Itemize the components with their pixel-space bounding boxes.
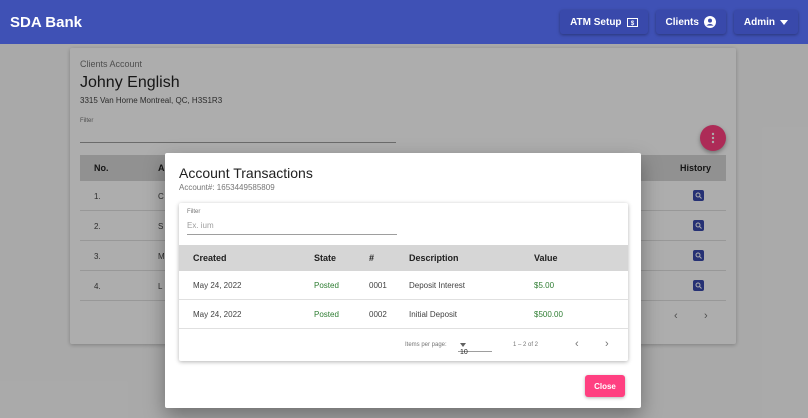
caret-down-icon — [460, 342, 466, 347]
cell-num: 0001 — [369, 281, 387, 290]
app-toolbar: SDA Bank ATM Setup $ Clients Admin — [0, 0, 808, 44]
header-state[interactable]: State — [314, 253, 336, 263]
cell-created: May 24, 2022 — [193, 281, 242, 290]
next-page-button[interactable]: › — [605, 338, 609, 350]
account-circle-icon — [703, 16, 716, 28]
table-row: May 24, 2022 Posted 0001 Deposit Interes… — [179, 271, 628, 300]
dialog-account-number: Account#: 1653449585809 — [179, 183, 275, 192]
cell-num: 0002 — [369, 310, 387, 319]
page-range: 1 – 2 of 2 — [513, 342, 539, 348]
transactions-filter-label: Filter — [187, 209, 201, 215]
header-value[interactable]: Value — [534, 253, 558, 263]
atm-setup-label: ATM Setup — [570, 16, 622, 28]
atm-icon: $ — [626, 17, 638, 27]
transactions-paginator: Items per page: 10 1 – 2 of 2 ‹ › — [179, 331, 628, 359]
cell-description: Deposit Interest — [409, 281, 466, 290]
prev-page-button[interactable]: ‹ — [575, 338, 579, 350]
close-button[interactable]: Close — [585, 375, 625, 397]
clients-label: Clients — [665, 16, 699, 28]
table-row: May 24, 2022 Posted 0002 Initial Deposit… — [179, 300, 628, 329]
cell-state: Posted — [314, 281, 339, 290]
dialog-title: Account Transactions — [179, 165, 313, 181]
app-title: SDA Bank — [10, 13, 82, 31]
account-transactions-dialog: Account Transactions Account#: 165344958… — [165, 153, 641, 408]
cell-value: $500.00 — [534, 310, 563, 319]
cell-value: $5.00 — [534, 281, 555, 290]
cell-created: May 24, 2022 — [193, 310, 242, 319]
header-description[interactable]: Description — [409, 253, 459, 263]
caret-down-icon — [780, 19, 788, 25]
cell-state: Posted — [314, 310, 339, 319]
admin-menu-button[interactable]: Admin — [733, 10, 798, 34]
page-size-value: 10 — [460, 349, 468, 356]
cell-description: Initial Deposit — [409, 310, 458, 319]
header-created[interactable]: Created — [193, 253, 227, 263]
header-num[interactable]: # — [369, 253, 374, 263]
admin-label: Admin — [743, 16, 775, 28]
items-per-page-label: Items per page: — [405, 342, 447, 348]
transactions-table-header: Created State # Description Value — [179, 245, 628, 271]
transactions-card: Filter Created State # Description Value… — [179, 203, 628, 361]
transactions-filter-input[interactable] — [187, 217, 397, 235]
clients-button[interactable]: Clients — [655, 10, 726, 34]
atm-setup-button[interactable]: ATM Setup $ — [560, 10, 648, 34]
page-size-select[interactable]: 10 — [458, 338, 492, 356]
